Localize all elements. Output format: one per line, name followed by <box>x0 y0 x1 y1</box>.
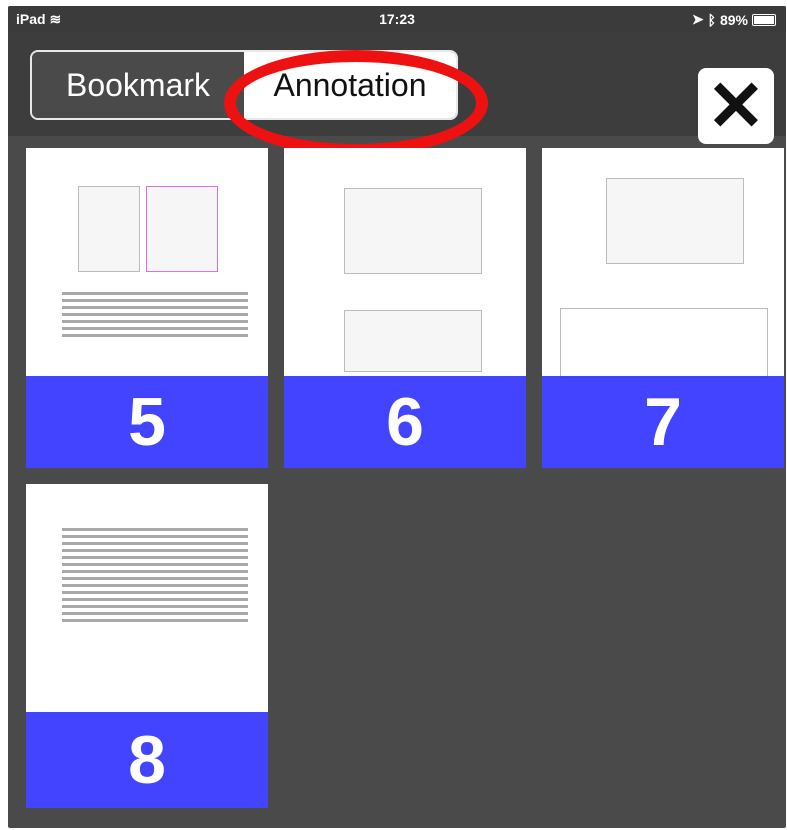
screen: iPad ≋ 17:23 ➤ ᛒ 89% Bookmark Annotation… <box>8 6 786 828</box>
chart-thumbnail <box>344 188 482 274</box>
battery-icon <box>752 13 776 26</box>
status-time: 17:23 <box>379 11 415 27</box>
status-bar: iPad ≋ 17:23 ➤ ᛒ 89% <box>8 6 786 32</box>
page-thumbnail-5[interactable]: 5 <box>26 148 268 468</box>
page-number-band: 7 <box>542 376 784 468</box>
page-thumbnail-7[interactable]: 7 <box>542 148 784 468</box>
page-number-band: 5 <box>26 376 268 468</box>
red-callout-circle <box>224 50 488 156</box>
text-lines <box>62 524 248 626</box>
status-right: ➤ ᛒ 89% <box>692 11 776 28</box>
page-number-band: 6 <box>284 376 526 468</box>
close-icon: ✕ <box>706 67 766 145</box>
close-button[interactable]: ✕ <box>698 68 774 144</box>
toolbar: Bookmark Annotation ✕ <box>8 32 786 156</box>
figure-thumbnail <box>146 186 218 272</box>
text-lines <box>62 288 248 341</box>
battery-percent: 89% <box>719 11 748 28</box>
location-arrow-icon: ➤ <box>691 11 704 27</box>
page-number-band: 8 <box>26 712 268 808</box>
chart-thumbnail <box>344 310 482 372</box>
page-thumbnail-6[interactable]: 6 <box>284 148 526 468</box>
chart-thumbnail <box>606 178 744 264</box>
tab-bookmark[interactable]: Bookmark <box>32 52 244 118</box>
table-thumbnail <box>560 308 768 378</box>
figure-thumbnail <box>78 186 140 272</box>
bluetooth-icon: ᛒ <box>707 11 716 28</box>
page-thumbnail-8[interactable]: 8 <box>26 484 268 808</box>
